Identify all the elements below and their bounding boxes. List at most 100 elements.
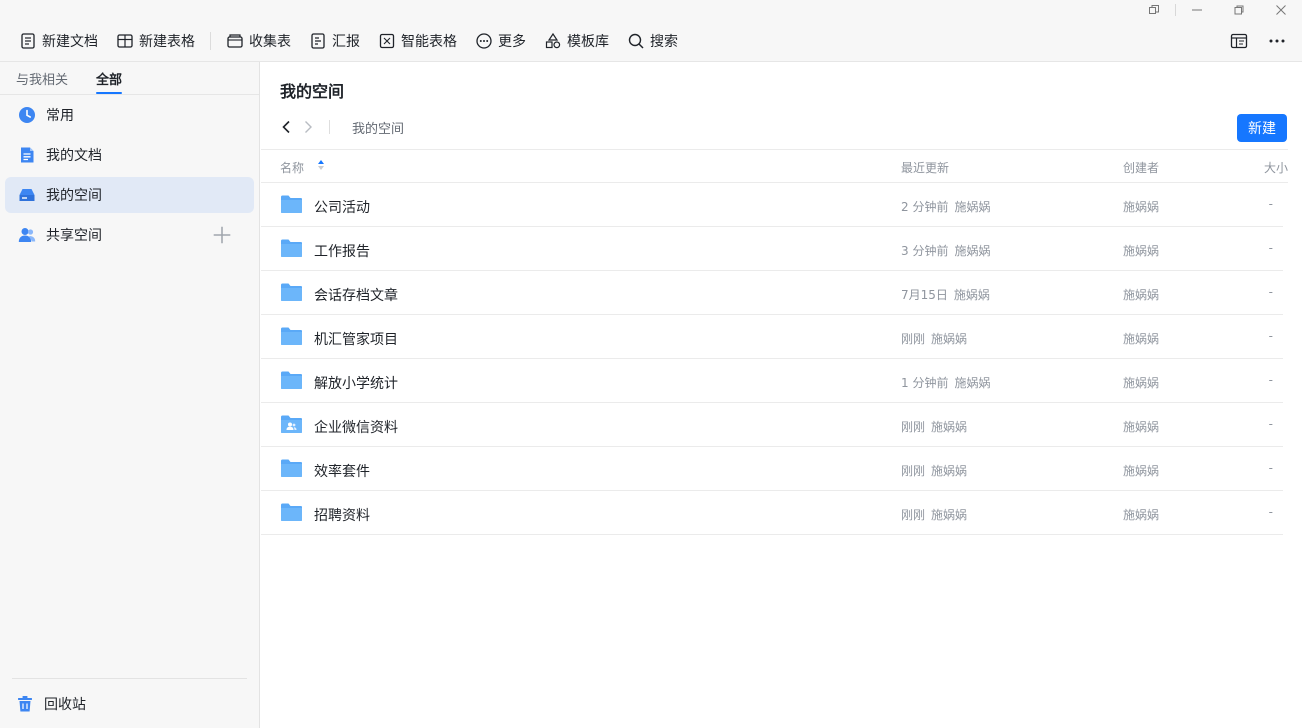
form-icon [227,33,243,48]
add-shared-space-button[interactable] [213,226,236,244]
table-row[interactable]: 工作报告 3 分钟前 施娲娲 施娲娲 - [261,227,1283,271]
tab-all[interactable]: 全部 [96,69,123,94]
report-label: 汇报 [332,33,360,50]
column-name[interactable]: 名称 [280,159,304,176]
row-updated-by: 施娲娲 [953,288,990,302]
report-icon [311,32,325,49]
pin-window-icon [1149,5,1159,14]
smart-table-button[interactable]: 智能表格 [369,26,466,56]
sidebar-item-my-space[interactable]: 我的空间 [5,177,254,213]
table-row[interactable]: 企业微信资料 刚刚 施娲娲 施娲娲 - [261,403,1283,447]
column-size[interactable]: 大小 [1264,159,1288,176]
back-button[interactable] [275,115,297,139]
nav-divider [329,120,330,134]
collection-form-button[interactable]: 收集表 [217,26,300,56]
overflow-menu-button[interactable] [1262,26,1292,56]
row-name[interactable]: 招聘资料 [314,505,370,525]
page-title: 我的空间 [280,82,345,101]
restore-button[interactable] [1218,0,1260,20]
more-circle-icon [476,32,492,49]
layout-toggle-button[interactable] [1224,26,1254,56]
main-toolbar: 新建文档 新建表格 收集表 汇报 智能表格 更多 模板库 搜索 [0,20,1302,62]
row-updated-time: 3 分钟前 [901,244,949,258]
breadcrumb[interactable]: 我的空间 [352,118,404,137]
minimize-button[interactable] [1176,0,1218,20]
row-name[interactable]: 解放小学统计 [314,373,398,393]
row-creator: 施娲娲 [1123,244,1160,258]
row-name[interactable]: 企业微信资料 [314,417,398,437]
row-size: - [1268,197,1273,211]
table-row[interactable]: 招聘资料 刚刚 施娲娲 施娲娲 - [261,491,1283,535]
row-updated-by: 施娲娲 [954,200,991,214]
report-button[interactable]: 汇报 [300,26,369,56]
sort-ascending-icon[interactable] [317,159,325,171]
template-library-button[interactable]: 模板库 [535,26,618,56]
row-updated: 7月15日 施娲娲 [901,286,990,303]
tab-related-to-me[interactable]: 与我相关 [16,69,68,94]
row-name[interactable]: 效率套件 [314,461,370,481]
table-row[interactable]: 机汇管家项目 刚刚 施娲娲 施娲娲 - [261,315,1283,359]
new-doc-button[interactable]: 新建文档 [10,26,107,56]
row-updated: 刚刚 施娲娲 [901,462,967,479]
more-button[interactable]: 更多 [466,26,535,56]
row-updated-by: 施娲娲 [931,464,968,478]
row-name[interactable]: 会话存档文章 [314,285,398,305]
new-button[interactable]: 新建 [1237,114,1287,142]
column-creator[interactable]: 创建者 [1123,159,1159,176]
shared-folder-icon [280,414,303,434]
main-content: 我的空间 我的空间 新建 名称 最近更新 创建者 大小 公司活动 2 分钟前 施娲娲… [261,62,1302,728]
window-controls [1133,0,1302,20]
row-updated-time: 刚刚 [901,420,926,434]
search-button[interactable]: 搜索 [618,26,687,56]
new-table-button[interactable]: 新建表格 [107,26,204,56]
close-button[interactable] [1260,0,1302,20]
folder-icon [280,326,303,346]
row-updated: 刚刚 施娲娲 [901,330,967,347]
row-creator: 施娲娲 [1123,288,1160,302]
search-icon [628,33,644,49]
row-name[interactable]: 公司活动 [314,197,370,217]
sidebar-item-trash[interactable]: 回收站 [12,678,247,728]
toolbar-divider [210,31,211,50]
column-updated[interactable]: 最近更新 [901,159,949,176]
sidebar-item-label: 我的空间 [46,188,102,204]
row-size: - [1268,505,1273,519]
table-row[interactable]: 效率套件 刚刚 施娲娲 施娲娲 - [261,447,1283,491]
window-title-bar [0,0,1302,20]
pin-window-button[interactable] [1133,0,1175,20]
row-updated-time: 7月15日 [901,288,948,302]
sidebar-item-shared-space[interactable]: 共享空间 [5,217,254,253]
table-header: 名称 最近更新 创建者 大小 [261,149,1288,183]
row-updated-time: 刚刚 [901,332,926,346]
trash-label: 回收站 [44,696,86,713]
close-icon [1276,5,1286,15]
folder-icon [280,502,303,522]
table-row[interactable]: 会话存档文章 7月15日 施娲娲 施娲娲 - [261,271,1283,315]
sidebar: 与我相关 全部 常用 我的文档 我的空间 共享空间 回收站 [0,62,260,728]
row-name[interactable]: 工作报告 [314,241,370,261]
new-doc-label: 新建文档 [42,33,98,50]
doc-icon [21,32,35,49]
row-size: - [1268,285,1273,299]
folder-icon [280,194,303,214]
row-size: - [1268,373,1273,387]
layout-panel-icon [1230,33,1248,49]
row-updated-by: 施娲娲 [931,420,968,434]
row-name[interactable]: 机汇管家项目 [314,329,398,349]
row-updated: 2 分钟前 施娲娲 [901,198,990,215]
row-updated-by: 施娲娲 [954,376,991,390]
sidebar-item-my-docs[interactable]: 我的文档 [5,137,254,173]
table-icon [117,33,133,48]
forward-button[interactable] [297,115,319,139]
plus-icon [213,226,231,244]
table-row[interactable]: 解放小学统计 1 分钟前 施娲娲 施娲娲 - [261,359,1283,403]
sidebar-item-frequent[interactable]: 常用 [5,97,254,133]
document-icon [21,147,34,163]
row-updated: 刚刚 施娲娲 [901,418,967,435]
table-row[interactable]: 公司活动 2 分钟前 施娲娲 施娲娲 - [261,183,1283,227]
chevron-right-icon [305,121,312,133]
smart-table-label: 智能表格 [401,33,457,50]
shared-users-icon [18,228,36,242]
row-updated: 3 分钟前 施娲娲 [901,242,990,259]
row-updated-time: 2 分钟前 [901,200,949,214]
